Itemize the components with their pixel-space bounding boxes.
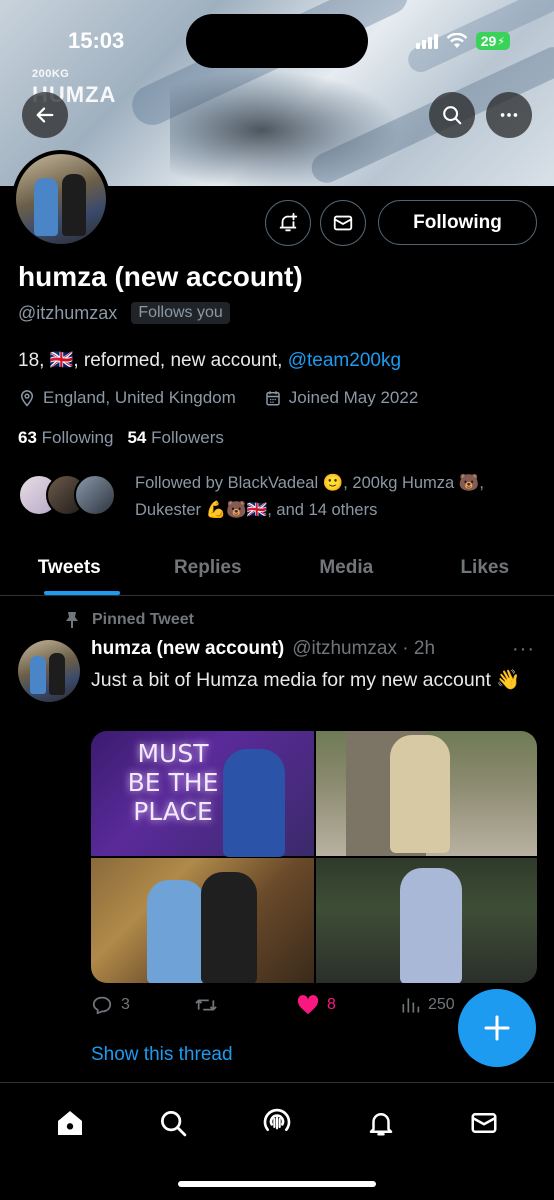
tweet-photo-1[interactable]: MUST BE THE PLACE (91, 731, 314, 857)
tweet-text: Just a bit of Humza media for my new acc… (91, 669, 521, 691)
more-button[interactable] (486, 92, 532, 138)
tab-likes[interactable]: Likes (416, 540, 554, 595)
tab-media[interactable]: Media (277, 540, 416, 595)
nav-notifications[interactable] (361, 1103, 401, 1143)
pin-icon (66, 612, 78, 628)
tweet-photo-2[interactable] (316, 731, 537, 856)
nav-search[interactable] (153, 1103, 193, 1143)
status-icons: 29 ⚡ (415, 32, 510, 50)
profile-tabs: Tweets Replies Media Likes (0, 540, 554, 596)
heart-icon (297, 995, 319, 1015)
tweet-author-handle: @itzhumzax · 2h (292, 638, 436, 659)
followed-by-avatars[interactable] (18, 474, 116, 516)
notify-button[interactable] (265, 200, 311, 246)
banner-brand-small: 200KG (32, 68, 70, 80)
search-icon (161, 1111, 187, 1137)
joined-date: Joined May 2022 (264, 388, 418, 408)
plus-icon (484, 1015, 510, 1041)
show-thread-link[interactable]: Show this thread (91, 1044, 233, 1066)
profile-meta: England, United Kingdom Joined May 2022 (18, 388, 418, 408)
following-label: Following (41, 428, 114, 447)
status-time: 15:03 (68, 28, 125, 53)
avatar (74, 474, 116, 516)
messages-icon (471, 1113, 497, 1133)
tweet-header: humza (new account) @itzhumzax · 2h (91, 638, 435, 660)
location-text: England, United Kingdom (43, 388, 236, 407)
handle-row: @itzhumzax Follows you (18, 302, 230, 324)
followers-label: Followers (151, 428, 224, 447)
views-icon (402, 998, 420, 1013)
display-name: humza (new account) (18, 261, 303, 292)
retweet-button[interactable] (194, 994, 297, 1016)
search-button[interactable] (429, 92, 475, 138)
bio-mention-link[interactable]: @team200kg (288, 350, 401, 371)
follow-counts: 63 Following 54 Followers (18, 428, 224, 448)
like-count: 8 (327, 996, 336, 1013)
joined-text: Joined May 2022 (288, 388, 419, 407)
nav-messages[interactable] (464, 1103, 504, 1143)
profile-avatar[interactable] (12, 150, 110, 248)
following-count: 63 (18, 428, 37, 447)
following-count-link[interactable]: 63 Following (18, 428, 113, 448)
view-count: 250 (428, 996, 455, 1013)
compose-tweet-button[interactable] (458, 989, 536, 1067)
reply-button[interactable]: 3 (91, 994, 194, 1016)
notifications-icon (369, 1113, 392, 1136)
following-button[interactable]: Following (378, 200, 537, 245)
back-button[interactable] (22, 92, 68, 138)
retweet-icon (195, 999, 217, 1011)
signal-icon (415, 33, 438, 49)
location: England, United Kingdom (18, 388, 236, 408)
battery-level: 29 (480, 33, 497, 49)
profile-bio: 18, 🇬🇧, reformed, new account, @team200k… (18, 348, 401, 372)
like-button[interactable]: 8 (297, 994, 400, 1016)
calendar-icon (266, 391, 280, 406)
pinned-indicator: Pinned Tweet (64, 611, 194, 629)
tweet-more-icon[interactable]: ··· (512, 638, 535, 661)
spaces-icon (263, 1108, 291, 1131)
tweet-photo-3[interactable] (91, 858, 314, 983)
search-icon (443, 106, 462, 125)
tweet-photo-4[interactable] (316, 858, 537, 983)
location-pin-icon (20, 390, 34, 407)
nav-home[interactable] (50, 1103, 90, 1143)
battery-indicator: 29 ⚡ (475, 32, 510, 50)
pinned-label: Pinned Tweet (92, 611, 194, 628)
tab-replies[interactable]: Replies (139, 540, 278, 595)
tweet-avatar[interactable] (18, 640, 80, 702)
followers-count-link[interactable]: 54 Followers (127, 428, 223, 448)
reply-count: 3 (121, 996, 130, 1013)
tweet-media-grid: MUST BE THE PLACE (91, 731, 537, 983)
bell-plus-icon (279, 212, 298, 232)
home-icon (57, 1111, 82, 1135)
dynamic-island (186, 14, 368, 68)
followers-count: 54 (127, 428, 147, 447)
envelope-icon (333, 215, 353, 231)
reply-icon (92, 996, 112, 1015)
followed-by-text[interactable]: Followed by BlackVadeal 🙂, 200kg Humza 🐻… (135, 470, 535, 524)
message-button[interactable] (320, 200, 366, 246)
more-icon (500, 113, 518, 117)
neon-sign-text: MUST BE THE PLACE (127, 739, 219, 826)
home-indicator (178, 1181, 376, 1187)
tab-tweets[interactable]: Tweets (0, 540, 139, 595)
wifi-icon (446, 33, 468, 48)
bio-text: 18, 🇬🇧, reformed, new account, (18, 350, 288, 371)
profile-handle: @itzhumzax (18, 302, 118, 323)
tweet-author-name[interactable]: humza (new account) (91, 638, 284, 660)
nav-spaces[interactable] (257, 1103, 297, 1143)
arrow-left-icon (36, 107, 54, 123)
follows-you-badge: Follows you (131, 302, 230, 324)
